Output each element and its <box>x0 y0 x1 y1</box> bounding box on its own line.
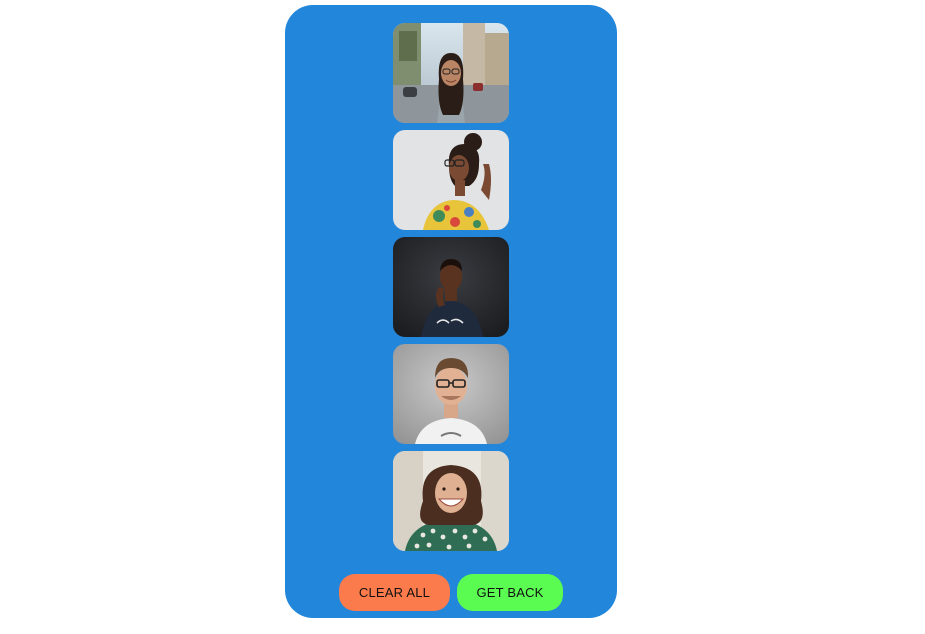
photo-image <box>393 23 509 123</box>
photo-image <box>393 130 509 230</box>
profile-photo-man-dark[interactable] <box>393 237 509 337</box>
action-buttons: CLEAR ALL GET BACK <box>339 574 563 611</box>
get-back-button[interactable]: GET BACK <box>457 574 563 611</box>
profile-photo-woman-curly[interactable] <box>393 451 509 551</box>
page: CLEAR ALL GET BACK <box>0 0 925 634</box>
photo-image <box>393 344 509 444</box>
profiles-panel: CLEAR ALL GET BACK <box>285 5 617 618</box>
profile-photo-man-glasses[interactable] <box>393 344 509 444</box>
photo-list <box>393 23 509 558</box>
photo-image <box>393 237 509 337</box>
profile-photo-woman-floral[interactable] <box>393 130 509 230</box>
photo-image <box>393 451 509 551</box>
profile-photo-woman-street[interactable] <box>393 23 509 123</box>
clear-all-button[interactable]: CLEAR ALL <box>339 574 450 611</box>
